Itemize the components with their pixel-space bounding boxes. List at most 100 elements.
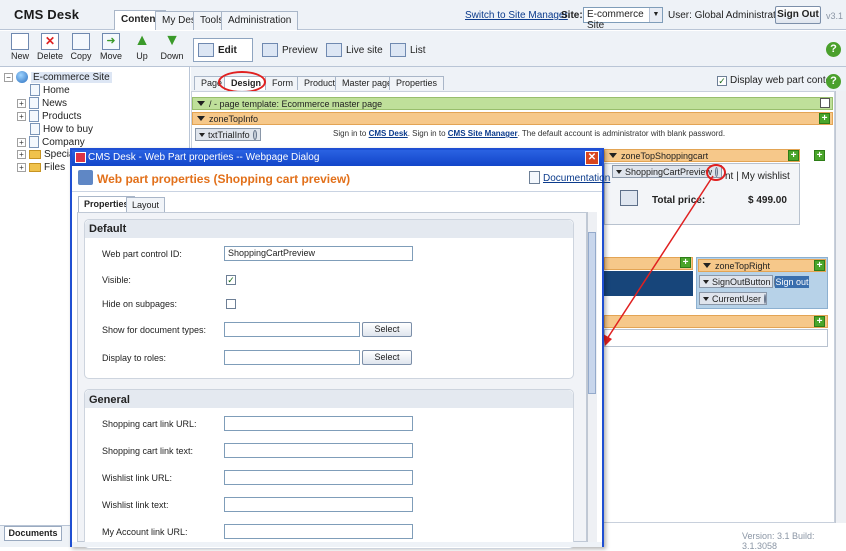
page-icon: [29, 136, 39, 148]
account-url-input[interactable]: [224, 524, 413, 539]
roles-input[interactable]: [224, 350, 360, 365]
cart-links[interactable]: nt | My wishlist: [725, 171, 790, 182]
tree-item-files[interactable]: + Files: [17, 162, 65, 173]
new-button[interactable]: New: [5, 33, 35, 65]
select-roles-button[interactable]: Select: [362, 350, 412, 365]
down-button[interactable]: ▼ Down: [157, 33, 187, 65]
expand-icon[interactable]: +: [17, 150, 26, 159]
tab-administration[interactable]: Administration: [221, 11, 299, 30]
switch-to-site-manager-link[interactable]: Switch to Site Manager: [465, 10, 568, 21]
wishlist-url-input[interactable]: [224, 470, 413, 485]
chevron-down-icon[interactable]: [609, 153, 617, 158]
documentation-icon: [529, 171, 540, 184]
gear-icon[interactable]: [252, 129, 257, 140]
tree-item-how-to-buy[interactable]: How to buy: [30, 123, 93, 135]
tab-form[interactable]: Form: [265, 76, 300, 90]
delete-icon: ✕: [41, 33, 59, 50]
delete-button[interactable]: ✕ Delete: [35, 33, 65, 65]
display-wp-label: Display web part content: [730, 75, 840, 86]
preview-icon: [262, 43, 278, 57]
page-icon: [30, 84, 40, 96]
design-scrollbar[interactable]: [835, 91, 846, 523]
chevron-down-icon[interactable]: [199, 132, 205, 137]
trial-info-text: Sign in to CMS Desk. Sign in to CMS Site…: [333, 129, 725, 138]
total-price-value: $ 499.00: [748, 195, 787, 206]
sign-out-preview-button[interactable]: Sign out: [775, 276, 809, 288]
tree-item-news[interactable]: + News: [17, 97, 67, 109]
tree-root[interactable]: − E-commerce Site: [4, 71, 112, 83]
site-label: Site:: [561, 10, 583, 21]
tree-item-company[interactable]: + Company: [17, 136, 85, 148]
version-label: v3.1: [826, 11, 844, 21]
web-part-txt-trial-info[interactable]: txtTrialInfo: [195, 128, 261, 141]
mode-preview[interactable]: Preview: [262, 38, 318, 62]
tree-item-label: Files: [44, 162, 66, 173]
documentation-link[interactable]: Documentation: [543, 173, 610, 184]
label-cart-text: Shopping cart link text:: [102, 446, 194, 456]
label-visible: Visible:: [102, 275, 131, 285]
add-web-part-icon[interactable]: +: [814, 150, 825, 161]
mode-list[interactable]: List: [390, 38, 426, 62]
expand-icon[interactable]: +: [17, 163, 26, 172]
tree-item-home[interactable]: Home: [30, 84, 70, 96]
cart-text-input[interactable]: [224, 443, 413, 458]
add-web-part-icon[interactable]: +: [788, 150, 799, 161]
cart-url-input[interactable]: [224, 416, 413, 431]
display-web-part-content-checkbox[interactable]: ✓ Display web part content: [717, 75, 840, 86]
hide-on-subpages-checkbox[interactable]: [226, 299, 236, 309]
tree-item-special[interactable]: + Special: [17, 149, 77, 160]
mode-edit[interactable]: Edit: [193, 38, 253, 62]
add-web-part-icon[interactable]: +: [814, 316, 825, 327]
tab-layout[interactable]: Layout: [126, 197, 166, 212]
copy-button[interactable]: Copy: [66, 33, 96, 65]
arrow-down-icon: ▼: [164, 32, 180, 49]
collapse-icon[interactable]: −: [4, 72, 13, 82]
move-button[interactable]: ➜ Move: [96, 33, 126, 65]
page-template-bar[interactable]: / - page template: Ecommerce master page: [192, 97, 833, 110]
tree-item-label: Products: [42, 110, 82, 122]
wishlist-text-input[interactable]: [224, 497, 413, 512]
arrow-up-icon: ▲: [134, 32, 150, 49]
doc-types-input[interactable]: [224, 322, 360, 337]
cms-desk-link[interactable]: CMS Desk: [369, 129, 408, 138]
tree-item-products[interactable]: + Products: [17, 110, 81, 122]
move-icon: ➜: [102, 33, 120, 50]
zone-top-info[interactable]: zoneTopInfo: [192, 112, 833, 125]
app-brand: CMS Desk: [14, 7, 80, 22]
up-button[interactable]: ▲ Up: [127, 33, 157, 65]
wp-trial-label: txtTrialInfo: [208, 129, 250, 140]
tab-properties[interactable]: Properties: [389, 76, 445, 90]
tab-documents[interactable]: Documents: [4, 526, 62, 541]
web-part-id-input[interactable]: ShoppingCartPreview: [224, 246, 413, 261]
label-web-part-id: Web part control ID:: [102, 249, 182, 259]
chevron-down-icon[interactable]: [197, 116, 205, 121]
folder-icon: [29, 150, 41, 159]
label-display-roles: Display to roles:: [102, 353, 167, 363]
annotation-arrow: [603, 175, 714, 346]
check-icon: ✓: [717, 75, 727, 86]
zone-right-label: zoneTopRight: [715, 260, 771, 271]
close-icon[interactable]: ✕: [585, 151, 599, 165]
help-icon[interactable]: ?: [826, 42, 841, 57]
chevron-down-icon[interactable]: [197, 101, 205, 106]
help-icon[interactable]: ?: [826, 74, 841, 89]
dialog-scrollbar-thumb[interactable]: [588, 232, 596, 394]
add-web-part-icon[interactable]: +: [814, 260, 825, 271]
new-page-icon: [11, 33, 29, 50]
edit-template-icon[interactable]: [820, 98, 830, 108]
cms-site-manager-link[interactable]: CMS Site Manager: [448, 129, 518, 138]
expand-icon[interactable]: +: [17, 98, 26, 108]
tree-item-label: News: [42, 97, 68, 109]
sign-out-button[interactable]: Sign Out: [775, 6, 821, 24]
highlight-circle: [218, 71, 266, 93]
add-web-part-icon[interactable]: +: [819, 113, 830, 124]
select-doc-types-button[interactable]: Select: [362, 322, 412, 337]
site-select[interactable]: E-commerce Site ▼: [583, 7, 663, 31]
zone-top-shopping-cart[interactable]: zoneTopShoppingcart: [604, 149, 800, 162]
expand-icon[interactable]: +: [17, 137, 26, 147]
gear-icon[interactable]: [764, 293, 767, 304]
expand-icon[interactable]: +: [17, 111, 26, 121]
mode-live-site[interactable]: Live site: [326, 38, 383, 62]
mode-preview-label: Preview: [282, 44, 318, 56]
visible-checkbox[interactable]: ✓: [226, 275, 236, 285]
